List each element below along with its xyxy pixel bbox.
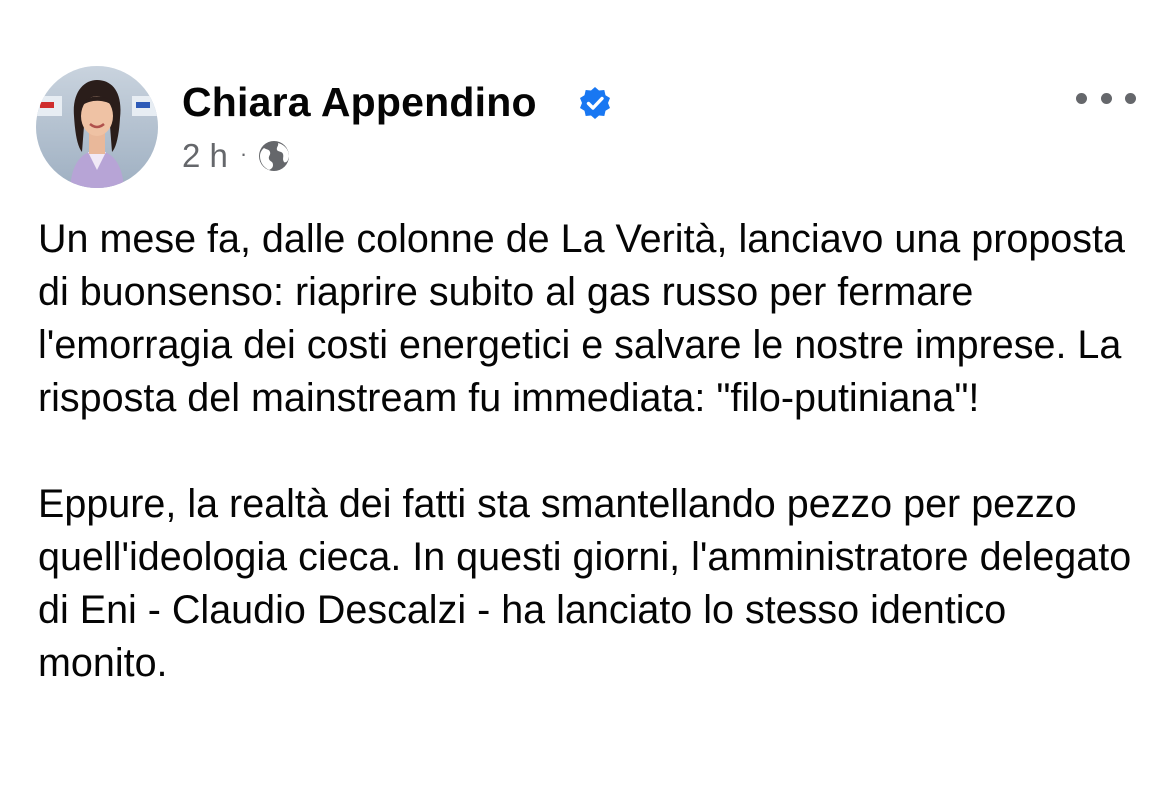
more-options-icon[interactable] bbox=[1076, 80, 1136, 116]
post-timestamp[interactable]: 2 h bbox=[182, 137, 228, 175]
facebook-post: Chiara Appendino 2 h · Un mese fa, dalle… bbox=[0, 0, 1170, 786]
post-paragraph: Eppure, la realtà dei fatti sta smantell… bbox=[38, 482, 1132, 685]
meta-separator: · bbox=[239, 141, 248, 166]
more-dot bbox=[1100, 92, 1112, 104]
post-paragraph: Un mese fa, dalle colonne de La Verità, … bbox=[38, 217, 1125, 420]
author-avatar[interactable] bbox=[36, 66, 158, 188]
profile-photo bbox=[36, 66, 158, 188]
post-body: Un mese fa, dalle colonne de La Verità, … bbox=[38, 213, 1133, 690]
verified-badge-icon bbox=[580, 87, 610, 119]
more-dot bbox=[1076, 92, 1087, 104]
globe-icon[interactable] bbox=[257, 139, 291, 173]
author-name[interactable]: Chiara Appendino bbox=[182, 78, 537, 126]
post-meta: 2 h · bbox=[182, 136, 291, 176]
more-dot bbox=[1125, 92, 1136, 104]
